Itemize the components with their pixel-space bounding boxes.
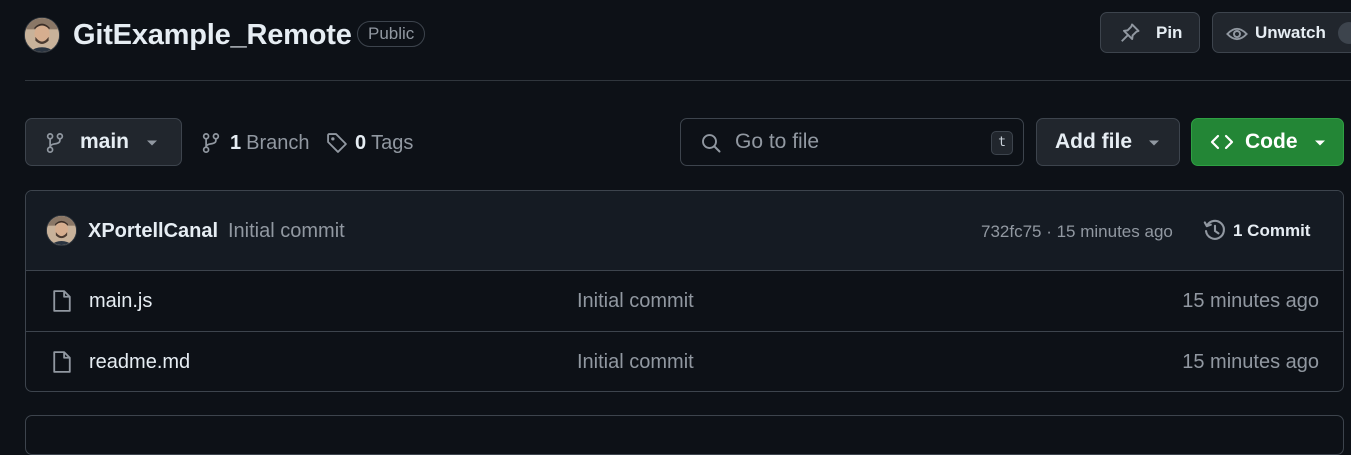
author-avatar[interactable] (46, 215, 77, 246)
branch-count: 1 (230, 131, 242, 154)
commit-history-link[interactable]: 1 Commit (1203, 217, 1310, 245)
watch-count-badge (1338, 22, 1351, 44)
pin-icon (1121, 23, 1140, 42)
file-row: main.js Initial commit 15 minutes ago (26, 271, 1343, 332)
code-button[interactable]: Code (1191, 118, 1344, 166)
avatar-image (47, 216, 76, 245)
search-icon (702, 134, 721, 153)
branch-name: main (80, 130, 130, 153)
unwatch-label: Unwatch (1255, 22, 1326, 42)
file-name[interactable]: main.js (89, 290, 152, 313)
commit-sha-time[interactable]: 732fc75 · 15 minutes ago (981, 222, 1173, 242)
tag-icon (327, 133, 347, 153)
branch-label: Branch (246, 131, 310, 154)
add-file-label: Add file (1055, 130, 1132, 153)
file-row: readme.md Initial commit 15 minutes ago (26, 331, 1343, 391)
branch-icon (202, 132, 220, 154)
branch-selector[interactable]: main (25, 118, 182, 166)
latest-commit-row: XPortellCanal Initial commit 732fc75 · 1… (26, 191, 1343, 271)
commit-count: 1 Commit (1233, 221, 1311, 240)
file-name[interactable]: readme.md (89, 351, 190, 374)
file-icon (53, 290, 71, 312)
repo-title[interactable]: GitExample_Remote (73, 16, 352, 54)
file-commit-message[interactable]: Initial commit (577, 351, 694, 374)
go-to-file-input[interactable]: Go to file t (680, 118, 1024, 166)
owner-avatar[interactable] (24, 17, 60, 53)
file-commit-time: 15 minutes ago (1182, 290, 1319, 312)
pin-label: Pin (1156, 22, 1183, 42)
file-commit-message[interactable]: Initial commit (577, 290, 694, 313)
chevron-down-icon (1315, 140, 1325, 146)
file-commit-time: 15 minutes ago (1182, 351, 1319, 373)
code-icon (1210, 134, 1234, 150)
branches-link[interactable]: 1 Branch (201, 129, 310, 157)
chevron-down-icon (147, 140, 157, 146)
file-icon (53, 351, 71, 373)
unwatch-button[interactable]: Unwatch (1212, 12, 1351, 53)
tag-label: Tags (371, 131, 414, 154)
search-placeholder: Go to file (735, 130, 820, 153)
tags-link[interactable]: 0 Tags (326, 129, 413, 157)
commit-message[interactable]: Initial commit (228, 220, 345, 243)
avatar-image (25, 18, 59, 52)
file-list: XPortellCanal Initial commit 732fc75 · 1… (25, 190, 1344, 392)
eye-icon (1226, 27, 1248, 41)
keyboard-shortcut-badge: t (991, 131, 1013, 155)
code-label: Code (1245, 130, 1298, 153)
visibility-badge: Public (357, 21, 426, 47)
chevron-down-icon (1149, 140, 1159, 146)
add-file-button[interactable]: Add file (1036, 118, 1180, 166)
branch-icon (46, 132, 64, 154)
tag-count: 0 (355, 131, 367, 154)
readme-panel (25, 415, 1344, 455)
pin-button[interactable]: Pin (1100, 12, 1200, 53)
history-icon (1203, 219, 1225, 240)
header-divider (25, 80, 1351, 81)
commit-author[interactable]: XPortellCanal (88, 220, 218, 243)
